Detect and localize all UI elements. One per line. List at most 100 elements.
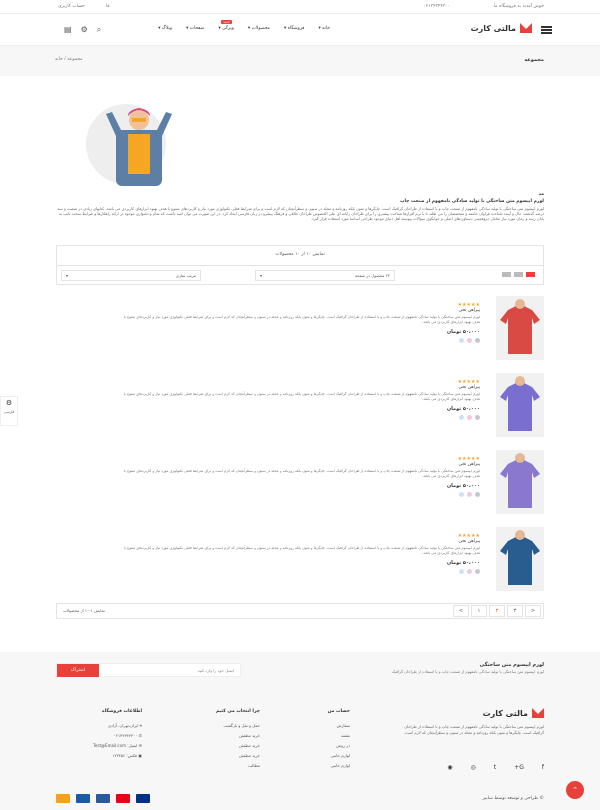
side-settings-panel[interactable]: ⚙ فارسی <box>0 396 18 426</box>
product-name[interactable]: پیراهن نخی <box>459 385 480 390</box>
store-icon[interactable]: ▤ <box>64 25 72 35</box>
color-swatch[interactable] <box>475 492 480 497</box>
color-swatch[interactable] <box>467 492 472 497</box>
footer-link[interactable]: خرید مطمئن <box>180 751 260 761</box>
nav-item-features[interactable]: جدید ویژگی ▾ <box>218 20 234 31</box>
facebook-icon[interactable]: f <box>542 764 544 771</box>
breadcrumb-home[interactable]: خانه <box>55 57 63 62</box>
product-price: ۵۰،۰۰۰ تومان <box>446 329 480 335</box>
social-links: f G+ t ◎ ◉ <box>447 764 544 771</box>
footer-link[interactable]: در روش <box>280 741 350 751</box>
category-heading: مد <box>538 192 544 197</box>
color-swatch[interactable] <box>475 569 480 574</box>
page-next-button[interactable]: > <box>525 605 541 617</box>
page-button-2[interactable]: ۲ <box>489 605 505 617</box>
header-icons: ⌕ ⚙ ▤ <box>64 25 101 35</box>
footer-logo[interactable]: مالتی کارت <box>483 708 544 718</box>
top-bar: خوش آمدید به فروشگاه ما ۰۲۱۳۴۳۴۴۳۰۰ حساب… <box>0 0 600 14</box>
store-address: ⌖ ایران،تهران، آزادی <box>107 723 142 728</box>
product-price: ۵۰،۰۰۰ تومان <box>446 483 480 489</box>
product-name[interactable]: پیراهن نخی <box>459 308 480 313</box>
product-price: ۵۰،۰۰۰ تومان <box>446 560 480 566</box>
rss-icon[interactable]: ◉ <box>447 764 452 771</box>
newsletter-title: لورم ایپسوم متن ساختگی <box>479 662 544 668</box>
gear-icon[interactable]: ⚙ <box>81 25 88 35</box>
email-icon: ✉ <box>137 743 142 748</box>
nav-item-home[interactable]: خانه ▾ <box>318 26 330 31</box>
nav-item-blog[interactable]: وبلاگ ▾ <box>158 26 172 31</box>
color-swatch[interactable] <box>459 415 464 420</box>
payment-icon <box>116 794 130 803</box>
page-button-1[interactable]: ۱ <box>471 605 487 617</box>
footer-logo-mark-icon <box>532 708 544 718</box>
footer-logo-text: مالتی کارت <box>482 708 528 718</box>
color-swatch[interactable] <box>467 338 472 343</box>
footer-link[interactable]: لوازم جانبی <box>280 751 350 761</box>
twitter-icon[interactable]: t <box>494 764 496 771</box>
payment-icon <box>76 794 90 803</box>
copyright: © طراحی و توسعه توسط سایبر <box>482 796 544 801</box>
toolbar-controls: ۲۴ محصول در صفحه ▾ مرتب سازی ▾ <box>57 265 543 285</box>
list-view-icon[interactable] <box>502 272 511 277</box>
main-nav: خانه ▾ فروشگاه ▾ محصولات ▾ جدید ویژگی ▾ ص… <box>158 20 330 31</box>
product-image[interactable] <box>496 450 544 514</box>
grid-view-icon[interactable] <box>526 272 535 277</box>
footer-link[interactable]: نقشه <box>280 731 350 741</box>
footer-col-title: حساب من <box>327 709 350 714</box>
product-card[interactable]: ★★★★★ پیراهن نخی لورم ایپسوم متن ساختگی با… <box>56 527 544 591</box>
footer-col-store-info: اطلاعات فروشگاه ⌖ ایران،تهران، آزادی ✆ ۰… <box>56 707 142 761</box>
color-swatch[interactable] <box>467 569 472 574</box>
footer-link[interactable]: خرید مطمئن <box>180 731 260 741</box>
newsletter-subscribe-button[interactable]: اشتراک <box>57 664 99 677</box>
product-name[interactable]: پیراهن نخی <box>459 462 480 467</box>
breadcrumb-current: مجموعه <box>67 57 83 62</box>
nav-item-shop[interactable]: فروشگاه ▾ <box>284 26 305 31</box>
scroll-top-button[interactable]: ⌃ <box>566 781 584 799</box>
page-prev-button[interactable]: < <box>453 605 469 617</box>
grid-compact-view-icon[interactable] <box>514 272 523 277</box>
banner-model-image <box>106 108 172 186</box>
product-card[interactable]: ★★★★★ پیراهن نخی لورم ایپسوم متن ساختگی با… <box>56 450 544 514</box>
page-button-3[interactable]: ۳ <box>507 605 523 617</box>
hamburger-menu-icon[interactable] <box>541 26 552 34</box>
color-swatch[interactable] <box>459 338 464 343</box>
pagination-bar: < ۱ ۲ ۳ > نمایش ۱-۱۰ از محصولات <box>56 603 544 619</box>
welcome-text: خوش آمدید به فروشگاه ما <box>493 4 544 9</box>
color-swatch[interactable] <box>459 492 464 497</box>
per-page-select[interactable]: ۲۴ محصول در صفحه ▾ <box>255 270 395 281</box>
newsletter-email-input[interactable]: ایمیل خود را وارد کنید <box>198 668 234 673</box>
footer-link[interactable]: لوازم جانبی <box>280 761 350 771</box>
footer-link[interactable]: سفارش <box>280 721 350 731</box>
footer-link[interactable]: خرید مطمئن <box>180 741 260 751</box>
newsletter-subtitle: لورم ایپسوم متن ساختگی با تولید سادگی نا… <box>391 669 544 674</box>
gear-icon[interactable]: ⚙ <box>1 399 17 407</box>
store-email: ✉ ایمیل: Test@Email.com <box>93 743 142 748</box>
shirt-image <box>500 453 540 508</box>
footer-link[interactable]: حمل و نقل و بازگشت <box>180 721 260 731</box>
view-toggle <box>502 272 535 277</box>
search-icon[interactable]: ⌕ <box>97 25 101 35</box>
nav-item-pages[interactable]: صفحات ▾ <box>186 26 204 31</box>
google-plus-icon[interactable]: G+ <box>514 764 524 771</box>
color-swatch[interactable] <box>475 338 480 343</box>
product-card[interactable]: ★★★★★ پیراهن نخی لورم ایپسوم متن ساختگی با… <box>56 296 544 360</box>
product-name[interactable]: پیراهن نخی <box>459 539 480 544</box>
color-swatches <box>459 569 480 574</box>
footer-link[interactable]: مطالب <box>180 761 260 771</box>
language-selector[interactable]: فا <box>106 4 110 9</box>
product-image[interactable] <box>496 527 544 591</box>
product-image[interactable] <box>496 373 544 437</box>
instagram-icon[interactable]: ◎ <box>471 764 476 771</box>
product-card[interactable]: ★★★★★ پیراهن نخی لورم ایپسوم متن ساختگی با… <box>56 373 544 437</box>
color-swatch[interactable] <box>475 415 480 420</box>
site-logo[interactable]: مالتی کارت <box>471 23 532 33</box>
sort-select[interactable]: مرتب سازی ▾ <box>61 270 201 281</box>
product-image[interactable] <box>496 296 544 360</box>
pagination-info: نمایش ۱-۱۰ از محصولات <box>63 608 105 613</box>
nav-item-products[interactable]: محصولات ▾ <box>248 26 270 31</box>
color-swatch[interactable] <box>459 569 464 574</box>
product-toolbar: نمایش ۱۰ از ۱۰ محصولات ۲۴ محصول در صفحه ▾… <box>56 245 544 285</box>
account-link[interactable]: حساب کاربری <box>58 4 85 9</box>
payment-icon <box>96 794 110 803</box>
color-swatch[interactable] <box>467 415 472 420</box>
